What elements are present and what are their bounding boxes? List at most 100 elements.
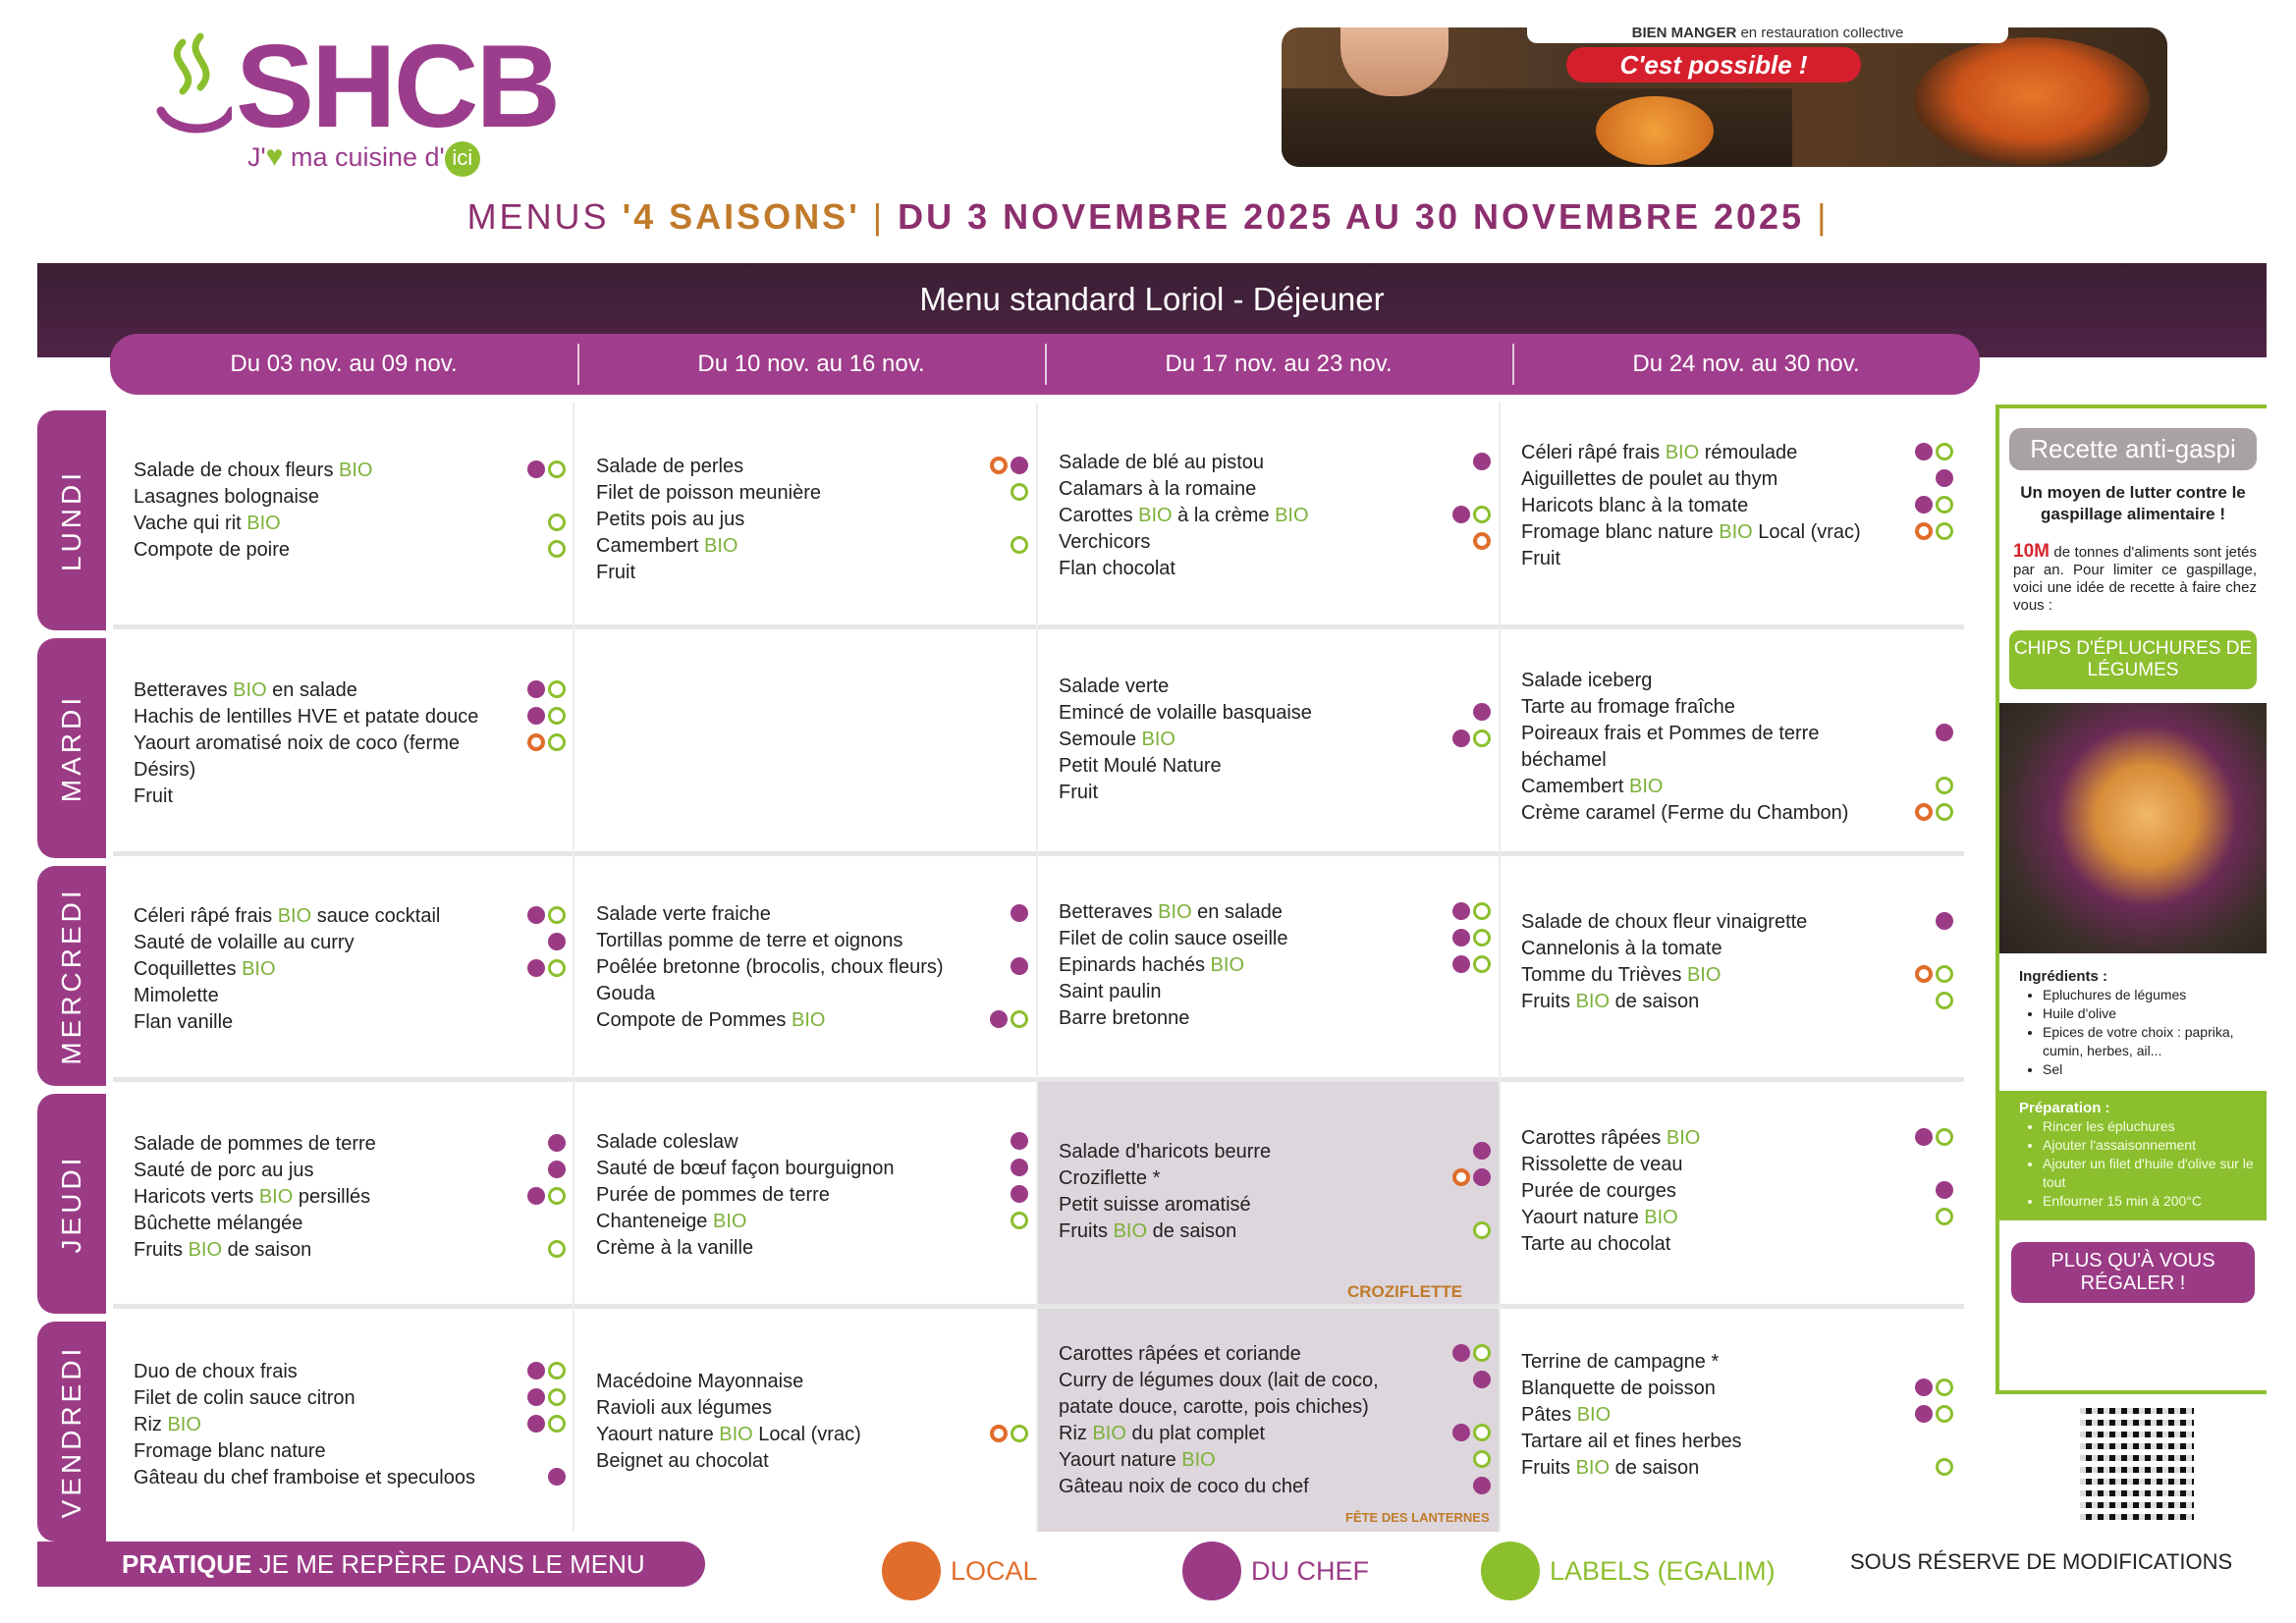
- menu-item: Fruit: [1521, 546, 1953, 572]
- location-pin-icon: [1915, 803, 1933, 821]
- dish-text: Curry de légumes doux (lait de coco, pat…: [1059, 1370, 1379, 1418]
- label-leaf-icon: [1473, 1221, 1491, 1239]
- legend-chef-label: DU CHEF: [1251, 1555, 1369, 1586]
- dish-text: Tartare ail et fines herbes: [1521, 1431, 1742, 1452]
- dish-text: Carottes râpées: [1521, 1127, 1667, 1149]
- item-icons: [527, 1362, 566, 1380]
- chef-hat-icon: [1011, 457, 1028, 474]
- chef-hat-icon: [527, 707, 545, 725]
- item-icons: [1915, 965, 1953, 983]
- dish-text: Cannelonis à la tomate: [1521, 938, 1722, 959]
- chef-hat-icon: [1473, 1142, 1491, 1160]
- item-icons: [1936, 724, 1953, 741]
- label-leaf-icon: [1473, 1424, 1491, 1441]
- menu-item: Yaourt nature BIO Local (vrac): [596, 1422, 1028, 1448]
- menu-item: Yaourt aromatisé noix de coco (ferme Dés…: [134, 730, 566, 784]
- menu-cell: Salade iceberg Tarte au fromage fraîche Po…: [1521, 668, 1953, 827]
- dish-text: Poêlée bretonne (brocolis, choux fleurs): [596, 956, 944, 978]
- title-end: |: [1804, 196, 1830, 237]
- menu-item: Mimolette: [134, 983, 566, 1009]
- item-icons: [1011, 1132, 1028, 1150]
- week-header: Du 03 nov. au 09 nov. Du 10 nov. au 16 n…: [110, 334, 1980, 395]
- bio-tag: BIO: [1644, 1207, 1678, 1228]
- dish-text: sauce cocktail: [311, 905, 441, 927]
- menu-item: Petit suisse aromatisé: [1059, 1192, 1491, 1218]
- croziflette-note: CROZIFLETTE: [1347, 1282, 1463, 1301]
- menu-cell: Salade d'haricots beurre Croziflette * Pet…: [1059, 1139, 1491, 1245]
- menu-item: Sauté de porc au jus: [134, 1158, 566, 1184]
- menu-item: Semoule BIO: [1059, 727, 1491, 753]
- dish-text: Salade de choux fleurs: [134, 460, 340, 481]
- location-pin-icon: [882, 1542, 941, 1600]
- dish-text: Macédoine Mayonnaise: [596, 1371, 804, 1392]
- chef-hat-icon: [990, 1010, 1008, 1028]
- dish-text: Ravioli aux légumes: [596, 1397, 772, 1419]
- item-icons: [1011, 536, 1028, 554]
- dish-text: Chanteneige: [596, 1211, 713, 1232]
- label-leaf-icon: [548, 1415, 566, 1433]
- menu-cell: Terrine de campagne * Blanquette de poiss…: [1521, 1349, 1953, 1482]
- menu-item: Fruits BIO de saison: [1059, 1218, 1491, 1245]
- dish-text: Camembert: [596, 535, 705, 557]
- item-icons: [1452, 1344, 1491, 1362]
- dish-text: Compote de Pommes: [596, 1009, 792, 1031]
- menu-item: Verchicors: [1059, 529, 1491, 556]
- item-icons: [527, 460, 566, 478]
- menu-item: Saint paulin: [1059, 979, 1491, 1005]
- menu-item: Camembert BIO: [596, 533, 1028, 560]
- bio-tag: BIO: [233, 679, 267, 701]
- menu-item: Curry de légumes doux (lait de coco, pat…: [1059, 1368, 1491, 1421]
- bio-tag: BIO: [1719, 521, 1753, 543]
- chef-hat-icon: [1936, 912, 1953, 930]
- item-icons: [1936, 469, 1953, 487]
- chef-hat-icon: [527, 680, 545, 698]
- menu-item: Tomme du Trièves BIO: [1521, 962, 1953, 989]
- label-leaf-icon: [1936, 1458, 1953, 1476]
- prep-step: Enfourner 15 min à 200°C: [2043, 1192, 2257, 1211]
- title-saisons: '4 SAISONS': [622, 196, 860, 237]
- chef-hat-icon: [1915, 1128, 1933, 1146]
- dish-text: de saison: [222, 1239, 312, 1261]
- day-tab-lundi: LUNDI: [37, 410, 106, 630]
- dish-text: Yaourt nature: [1521, 1207, 1645, 1228]
- menu-item: Fromage blanc nature BIO Local (vrac): [1521, 519, 1953, 546]
- legend-labels: LABELS (EGALIM): [1481, 1542, 1776, 1600]
- label-leaf-icon: [1473, 902, 1491, 920]
- week-4: Du 24 nov. au 30 nov.: [1512, 334, 1980, 395]
- prep-title: Préparation :: [2019, 1100, 2110, 1116]
- label-leaf-icon: [1936, 1379, 1953, 1396]
- dish-text: Coquillettes: [134, 958, 243, 980]
- item-icons: [1473, 453, 1491, 470]
- col-divider: [573, 403, 574, 1532]
- label-leaf-icon: [548, 733, 566, 751]
- dish-text: Tarte au fromage fraîche: [1521, 696, 1735, 718]
- bio-tag: BIO: [1629, 776, 1664, 797]
- menu-item: Cannelonis à la tomate: [1521, 936, 1953, 962]
- day-tab-jeudi: JEUDI: [37, 1094, 106, 1314]
- label-leaf-icon: [1011, 536, 1028, 554]
- menu-item: Petit Moulé Nature: [1059, 753, 1491, 780]
- bio-tag: BIO: [1210, 954, 1244, 976]
- menu-cell: Salade de blé au pistou Calamars à la rom…: [1059, 450, 1491, 582]
- location-pin-icon: [990, 1425, 1008, 1442]
- menu-item: Salade iceberg: [1521, 668, 1953, 694]
- menu-item: Betteraves BIO en salade: [1059, 899, 1491, 926]
- item-icons: [527, 1415, 566, 1433]
- title-menus: MENUS: [466, 196, 623, 237]
- steam-swirl-icon: [156, 32, 232, 134]
- qr-code-icon[interactable]: [2080, 1406, 2194, 1520]
- label-leaf-icon: [1011, 1212, 1028, 1229]
- banner-slogan: C'est possible !: [1566, 47, 1861, 82]
- item-icons: [1915, 496, 1953, 514]
- item-icons: [527, 906, 566, 924]
- bio-tag: BIO: [1113, 1220, 1148, 1242]
- week-3: Du 17 nov. au 23 nov.: [1045, 334, 1512, 395]
- dish-text: Carottes: [1059, 505, 1139, 526]
- menu-item: Bûchette mélangée: [134, 1211, 566, 1237]
- item-icons: [527, 959, 566, 977]
- item-icons: [548, 1134, 566, 1152]
- bio-tag: BIO: [188, 1239, 223, 1261]
- chef-hat-icon: [527, 1362, 545, 1380]
- lanternes-note: FÊTE DES LANTERNES: [1345, 1510, 1490, 1525]
- item-icons: [1452, 929, 1491, 947]
